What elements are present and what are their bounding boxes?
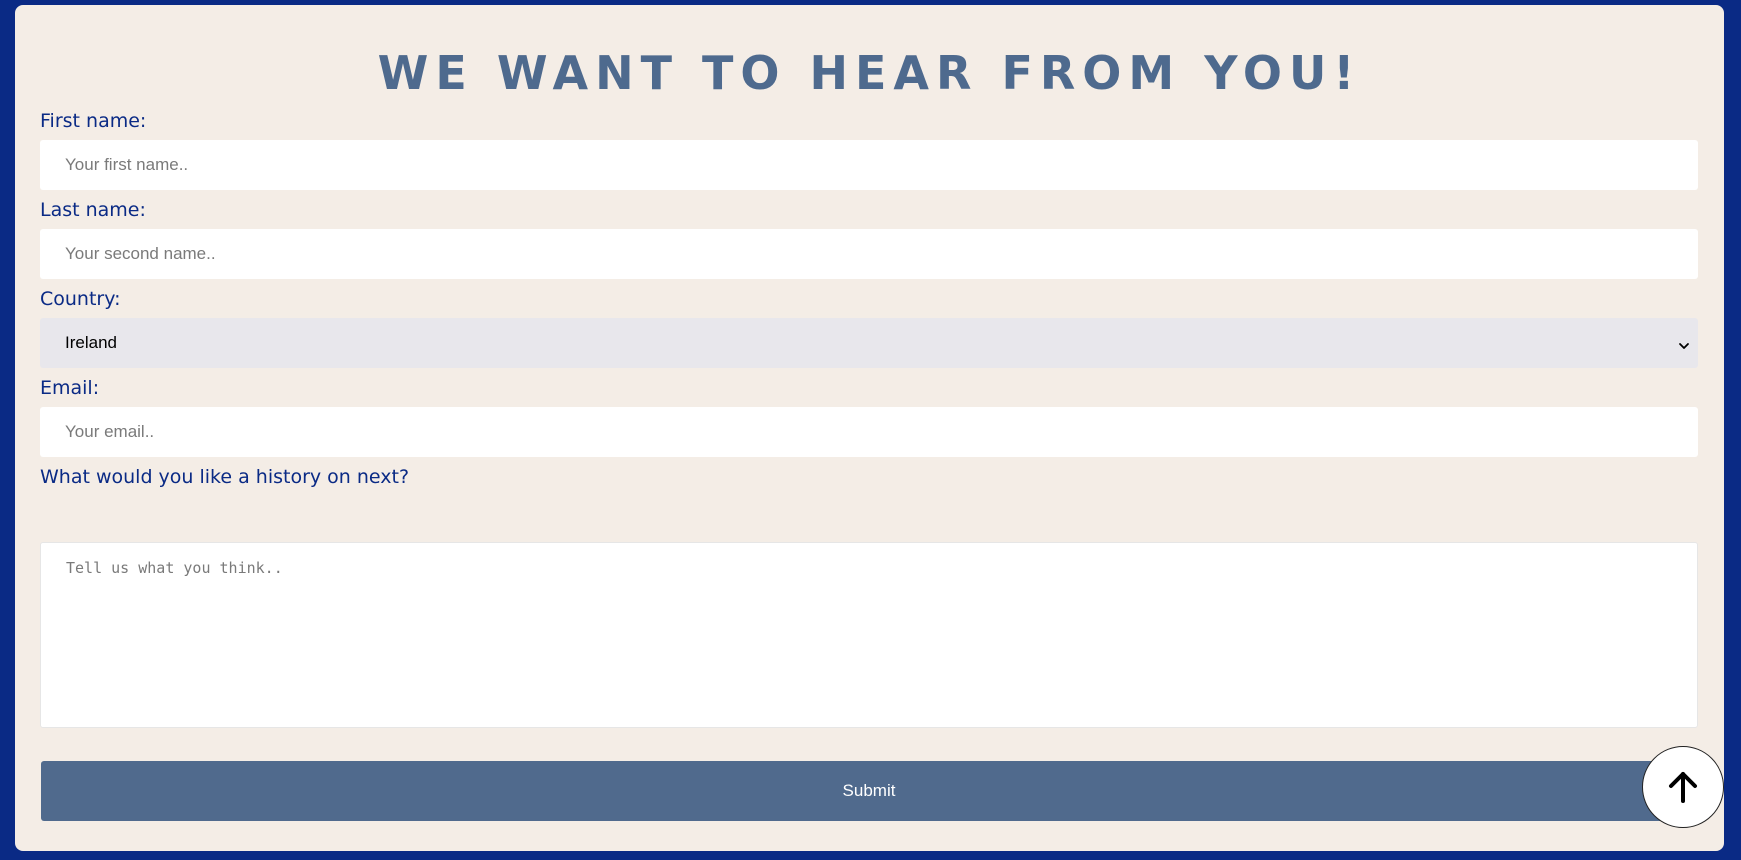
first-name-label: First name:: [40, 110, 147, 132]
contact-form-card: WE WANT TO HEAR FROM YOU! First name: La…: [15, 5, 1724, 851]
country-select-value: Ireland: [65, 333, 117, 352]
first-name-input[interactable]: [40, 140, 1698, 190]
last-name-input[interactable]: [40, 229, 1698, 279]
country-select[interactable]: Ireland: [40, 318, 1698, 368]
email-label: Email:: [40, 377, 100, 399]
message-label: What would you like a history on next?: [40, 466, 410, 488]
last-name-label: Last name:: [40, 199, 146, 221]
country-label: Country:: [40, 288, 121, 310]
message-textarea[interactable]: [40, 542, 1698, 728]
arrow-up-icon: [1669, 772, 1697, 803]
email-input[interactable]: [40, 407, 1698, 457]
submit-button[interactable]: Submit: [41, 761, 1697, 821]
chevron-down-icon: [1678, 337, 1690, 349]
back-to-top-button[interactable]: [1642, 746, 1724, 828]
form-title: WE WANT TO HEAR FROM YOU!: [377, 46, 1362, 100]
